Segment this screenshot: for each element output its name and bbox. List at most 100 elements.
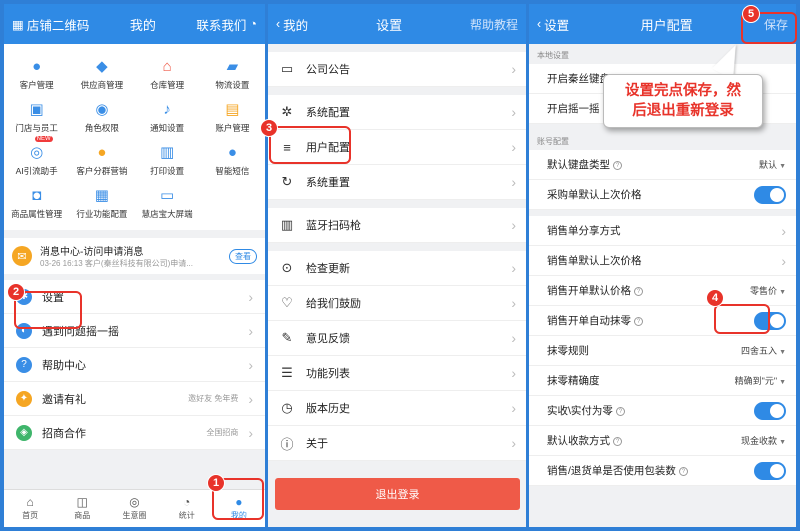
grid-item-label: 打印设置 [150, 166, 185, 176]
grid-item[interactable]: ▦ 行业功能配置 [69, 185, 134, 220]
settings-item[interactable]: ✎ 意见反馈 › [268, 321, 526, 356]
account-setting-row[interactable]: 默认键盘类型? 默认 ▼ [529, 150, 796, 180]
page-title: 用户配置 [640, 17, 693, 33]
settings-list: ▭ 公司公告 › ✲ 系统配置 › ≡ 用户配置 › ↻ 系统重置 › ▥ 蓝牙扫码枪 › ⊙ 检查更新 › ♡ 给我… [268, 44, 526, 461]
tab-item[interactable]: ◫ 商品 [56, 490, 108, 527]
step-badge-2: 2 [7, 283, 25, 301]
settings-item-label: 公司公告 [306, 64, 350, 76]
help-icon[interactable]: ? [678, 466, 688, 476]
settings-item[interactable]: ▥ 蓝牙扫码枪 › [268, 208, 526, 243]
grid-item-label: 客户分群营销 [76, 166, 128, 176]
settings-item[interactable]: ⓘ 关于 › [268, 426, 526, 461]
circle-icon: ◎ [129, 495, 140, 509]
page-title: 我的 [129, 17, 156, 33]
grid-item[interactable]: ▰ 物流设置 [200, 56, 265, 91]
grid-item[interactable]: ◘ 商品属性管理 [4, 185, 69, 220]
tab-item[interactable]: ⌂ 首页 [4, 490, 56, 527]
account-setting-row[interactable]: 销售单分享方式 › [529, 216, 796, 246]
my-page-panel: ▦ 店铺二维码 我的 联系我们 ◔ ● 客户管理 ◆ 供应商管理 ⌂ 仓库管理 ▰ 物流设置 ▣ 门店… [4, 4, 265, 527]
settings-item[interactable]: ♡ 给我们鼓励 › [268, 286, 526, 321]
store-qrcode-link[interactable]: ▦ 店铺二维码 [12, 15, 89, 34]
settings-item[interactable]: ◷ 版本历史 › [268, 391, 526, 426]
caret-down-icon: ▼ [779, 349, 786, 356]
sms-icon: ● [227, 143, 237, 161]
help-icon[interactable]: ? [634, 286, 643, 296]
grid-item[interactable]: ♪ 通知设置 [135, 99, 200, 134]
account-setting-row[interactable]: 默认收款方式? 现金收款 ▼ [529, 426, 796, 456]
help-tutorial-link[interactable]: 帮助教程 [470, 16, 518, 33]
grid-item[interactable]: ⌂ 仓库管理 [135, 56, 200, 91]
account-setting-row[interactable]: 销售单默认上次价格 › [529, 246, 796, 276]
setting-select[interactable]: 默认 ▼ [759, 158, 786, 171]
view-message-button[interactable]: 查看 [229, 248, 257, 264]
config-icon: ▦ [94, 186, 109, 204]
chevron-right-icon: › [248, 288, 253, 305]
message-card[interactable]: ✉ 消息中心-访问申请消息 03-26 16:13 客户(秦丝科技有限公司)申请… [4, 238, 265, 274]
contact-us-link[interactable]: 联系我们 ◔ [196, 15, 257, 34]
settings-item-label: 给我们鼓励 [306, 298, 361, 310]
settings-item[interactable]: ↻ 系统重置 › [268, 165, 526, 200]
setting-select[interactable]: 零售价 ▼ [750, 284, 786, 297]
grid-item[interactable]: ● 智能短信 [200, 142, 265, 177]
store-icon: ▣ [29, 100, 44, 118]
grid-item[interactable]: ▭ 慧店宝大屏端 [135, 185, 200, 220]
back-button[interactable]: ‹ 我的 [276, 15, 308, 34]
section-account-settings: 账号配置 [537, 137, 569, 146]
setting-select[interactable]: 现金收款 ▼ [741, 434, 786, 447]
step-badge-4: 4 [706, 289, 724, 307]
settings-item[interactable]: ▭ 公司公告 › [268, 52, 526, 87]
menu-item[interactable]: ◈ 招商合作 全国招商 › [4, 416, 265, 450]
account-setting-row[interactable]: 销售/退货单是否使用包装数? [529, 456, 796, 486]
callout-line-2: 后退出重新登录 [632, 103, 734, 119]
chevron-right-icon: › [511, 400, 516, 416]
menu-item[interactable]: ✦ 邀请有礼 邀好友 免年费 › [4, 382, 265, 416]
settings-item[interactable]: ✲ 系统配置 › [268, 95, 526, 130]
grid-item[interactable]: ▥ 打印设置 [135, 142, 200, 177]
account-setting-row[interactable]: 抹零规则 四舍五入 ▼ [529, 336, 796, 366]
setting-select[interactable]: 四舍五入 ▼ [741, 344, 786, 357]
grid-item[interactable]: ◉ 角色权限 [69, 99, 134, 134]
settings-item-label: 检查更新 [306, 263, 350, 275]
chevron-right-icon: › [511, 330, 516, 346]
step-badge-3: 3 [260, 119, 278, 137]
account-setting-row[interactable]: 抹零精确度 精确到"元" ▼ [529, 366, 796, 396]
chevron-right-icon: › [511, 217, 516, 233]
grid-item-label: 供应商管理 [80, 80, 124, 90]
update-icon: ⊙ [281, 260, 293, 275]
help-icon[interactable]: ? [634, 316, 643, 326]
chevron-right-icon: › [248, 322, 253, 339]
account-setting-row[interactable]: 实收\实付为零? [529, 396, 796, 426]
account-setting-row[interactable]: 采购单默认上次价格 [529, 180, 796, 210]
grid-item[interactable]: ◆ 供应商管理 [69, 56, 134, 91]
chevron-right-icon: › [511, 365, 516, 381]
chevron-right-icon: › [511, 139, 516, 155]
setting-select[interactable]: 精确到"元" ▼ [735, 374, 786, 387]
menu-item-label: 招商合作 [42, 427, 86, 440]
settings-icon: ✲ [281, 104, 293, 119]
grid-item[interactable]: ◎ NEW AI引流助手 [4, 136, 69, 177]
settings-item[interactable]: ☰ 功能列表 › [268, 356, 526, 391]
menu-item[interactable]: ? 帮助中心 › [4, 348, 265, 382]
logout-button[interactable]: 退出登录 [275, 478, 520, 510]
grid-item[interactable]: ▤ 账户管理 [200, 99, 265, 134]
settings-item-label: 意见反馈 [306, 333, 350, 345]
settings-header: ‹ 我的 设置 帮助教程 [268, 4, 526, 44]
help-icon[interactable]: ? [613, 160, 622, 170]
settings-item[interactable]: ⊙ 检查更新 › [268, 251, 526, 286]
setting-label: 销售单分享方式 [547, 225, 621, 237]
tab-item[interactable]: ◔ 统计 [161, 490, 213, 527]
grid-item[interactable]: ● 客户分群营销 [69, 142, 134, 177]
help-icon[interactable]: ? [613, 436, 622, 446]
tab-label: 商品 [74, 511, 91, 520]
setting-toggle[interactable] [754, 185, 786, 204]
grid-item[interactable]: ● 客户管理 [4, 56, 69, 91]
setting-label: 抹零规则 [547, 345, 589, 357]
tab-item[interactable]: ◎ 生意圈 [108, 490, 160, 527]
account-setting-row[interactable]: 销售开单默认价格? 零售价 ▼ [529, 276, 796, 306]
tab-label: 首页 [22, 511, 39, 520]
setting-toggle[interactable] [754, 461, 786, 480]
setting-toggle[interactable] [754, 401, 786, 420]
help-icon[interactable]: ? [615, 406, 625, 416]
grid-item[interactable]: ▣ 门店与员工 [4, 99, 69, 134]
back-button[interactable]: ‹ 设置 [537, 15, 569, 34]
